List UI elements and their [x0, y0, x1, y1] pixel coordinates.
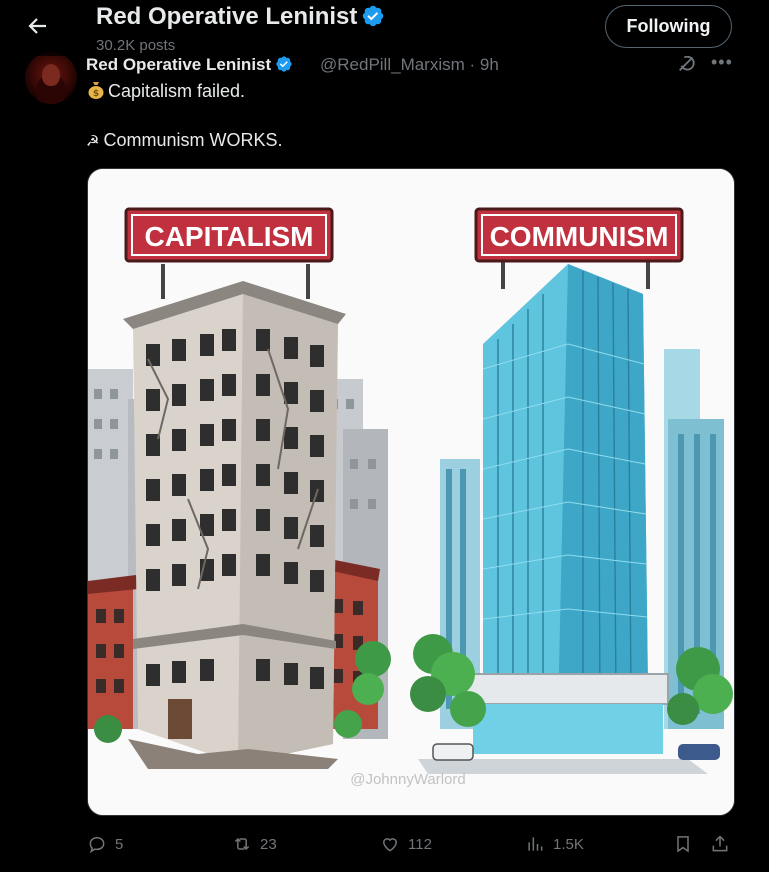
crumbling-tower — [123, 281, 346, 769]
reply-button[interactable]: 5 — [87, 834, 123, 854]
profile-title: Red Operative Leninist — [96, 3, 385, 31]
views-count: 1.5K — [553, 835, 584, 853]
avatar[interactable] — [25, 52, 77, 104]
following-button[interactable]: Following — [605, 5, 732, 48]
capitalism-vs-communism-illustration: CAPITALISM COMMUNISM @JohnnyWarlord — [88, 169, 734, 815]
post-author-name: Red Operative Leninist — [86, 55, 272, 74]
header-bar: Red Operative Leninist 30.2K posts Follo… — [0, 0, 769, 56]
communism-sign-label: COMMUNISM — [490, 221, 669, 252]
hammer-sickle-icon: ☭ — [86, 133, 100, 150]
repost-button[interactable]: 23 — [232, 834, 277, 854]
views-button[interactable]: 1.5K — [525, 834, 584, 854]
back-arrow-icon[interactable] — [26, 14, 50, 38]
post[interactable]: Red Operative Leninist @RedPill_Marxism … — [0, 40, 769, 872]
post-image[interactable]: CAPITALISM COMMUNISM @JohnnyWarlord — [87, 168, 735, 816]
reply-icon — [89, 836, 105, 854]
post-text-line-2: ☭ Communism WORKS. — [86, 130, 282, 151]
post-text-communism: Communism WORKS. — [103, 130, 283, 150]
analytics-icon — [528, 837, 543, 851]
svg-text:$: $ — [93, 89, 99, 99]
post-author[interactable]: Red Operative Leninist — [86, 55, 293, 75]
image-watermark: @JohnnyWarlord — [350, 771, 466, 788]
repost-count: 23 — [260, 835, 277, 853]
heart-icon — [382, 838, 398, 852]
posts-count: 30.2K posts — [96, 37, 176, 54]
bookmark-icon — [677, 836, 689, 853]
money-bag-icon: $ — [88, 82, 104, 99]
verified-icon — [363, 5, 384, 27]
share-button[interactable] — [710, 834, 730, 854]
post-text-capitalism: Capitalism failed. — [108, 81, 246, 101]
like-count: 112 — [408, 835, 432, 853]
post-text-line-1: $ Capitalism failed. — [86, 80, 245, 102]
verified-icon — [276, 56, 292, 72]
post-actions: 5 23 112 1.5K — [0, 828, 769, 860]
profile-name: Red Operative Leninist — [96, 3, 358, 30]
reply-count: 5 — [115, 835, 124, 853]
bookmark-button[interactable] — [673, 834, 693, 854]
like-button[interactable]: 112 — [380, 834, 432, 854]
repost-icon — [234, 837, 250, 851]
share-icon — [712, 835, 728, 852]
post-handle-time[interactable]: @RedPill_Marxism · 9h — [320, 55, 499, 75]
capitalism-sign-label: CAPITALISM — [144, 221, 313, 252]
